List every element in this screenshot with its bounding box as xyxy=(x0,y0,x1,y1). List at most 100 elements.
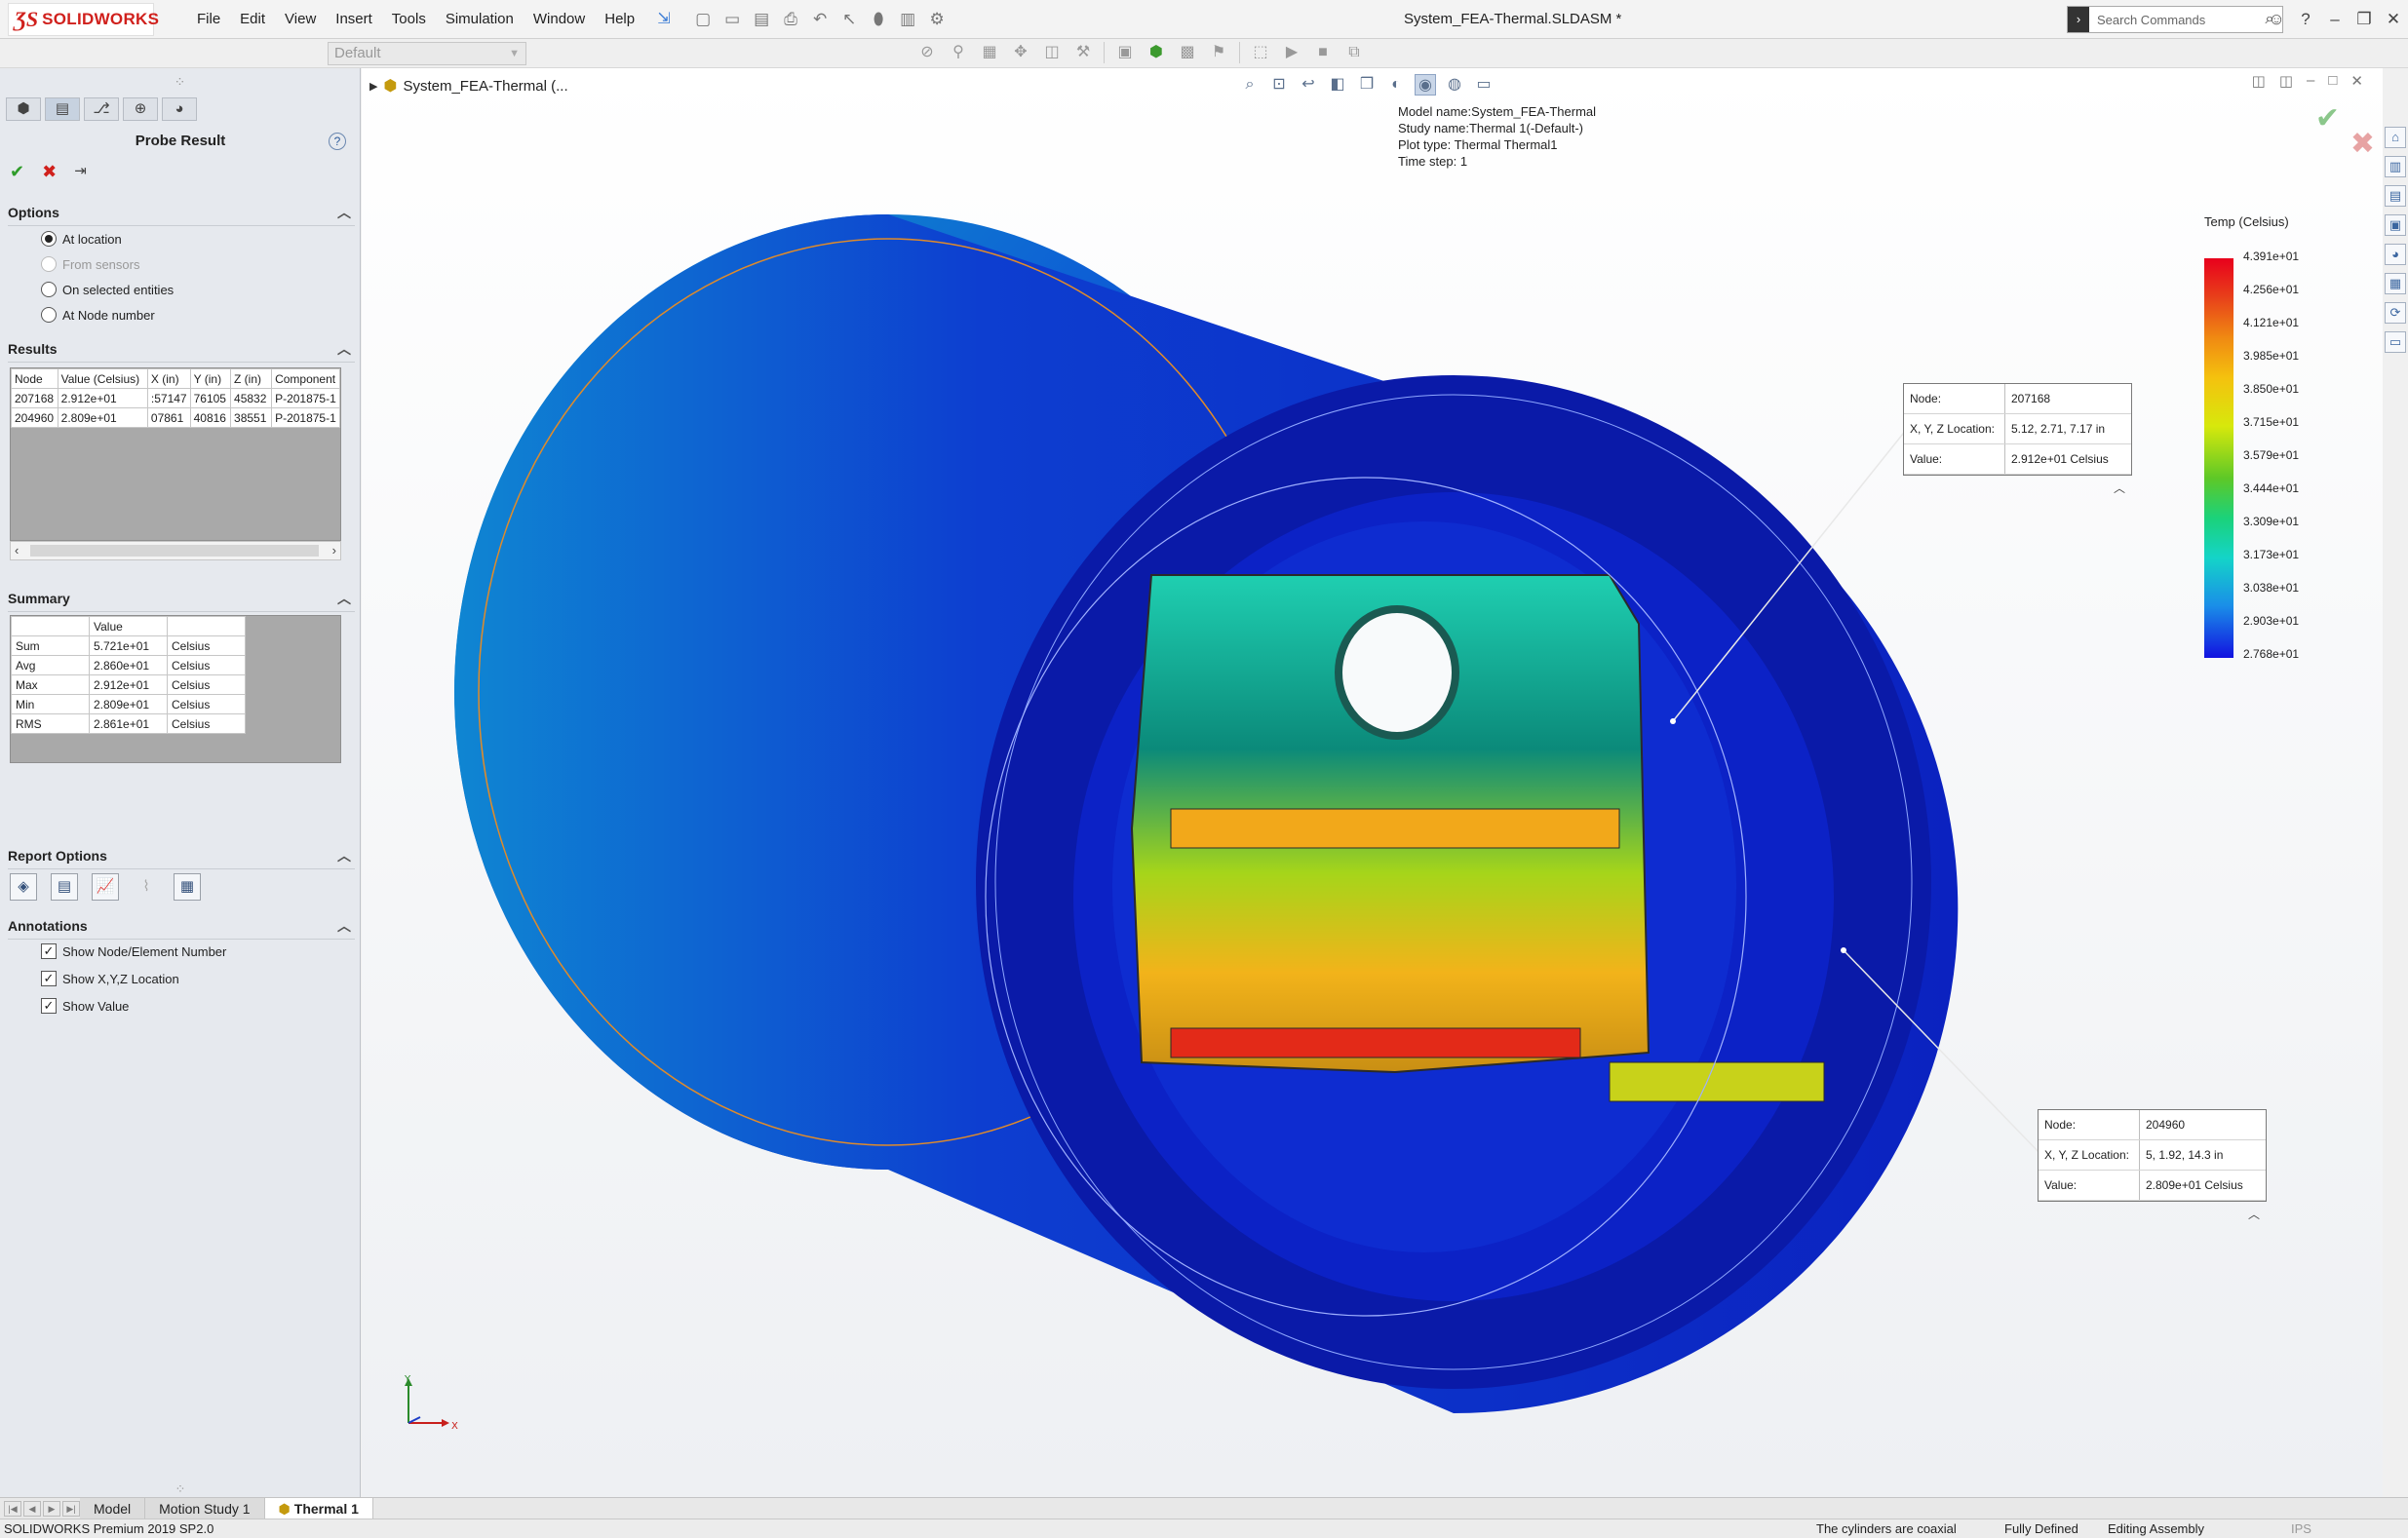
solidworks-forum-icon[interactable]: ⟳ xyxy=(2385,302,2406,324)
thermal-model-render[interactable] xyxy=(362,68,2383,1497)
summary-table[interactable]: Value Sum 5.721e+01 Celsius Avg 2.860e+01 Ce… xyxy=(10,615,341,763)
results-icon[interactable]: ▩ xyxy=(1177,42,1198,63)
option-at-node-number[interactable]: At Node number xyxy=(41,307,155,323)
help-icon[interactable]: ? xyxy=(2291,10,2320,29)
collapse-chevron-icon[interactable]: ︿ xyxy=(337,339,351,359)
solidworks-logo[interactable]: ƷS SOLIDWORKS xyxy=(8,2,159,36)
show-node-number-option[interactable]: ✓ Show Node/Element Number xyxy=(41,943,226,959)
prev-tab-icon[interactable]: ◀ xyxy=(23,1500,41,1517)
property-manager-tab-icon[interactable]: ▤ xyxy=(45,97,80,121)
assembly-features-icon[interactable]: ⚒ xyxy=(1072,42,1094,63)
column-header[interactable]: Node xyxy=(11,368,58,389)
radio-on-selected-entities[interactable] xyxy=(41,282,57,297)
scroll-right-icon[interactable]: › xyxy=(332,542,336,559)
tab-thermal-1[interactable]: ⬢ Thermal 1 xyxy=(264,1497,373,1519)
menu-edit[interactable]: Edit xyxy=(230,0,275,39)
ok-button[interactable]: ✔ xyxy=(10,162,24,182)
tab-model[interactable]: Model xyxy=(80,1497,146,1519)
tab-motion-study-1[interactable]: Motion Study 1 xyxy=(145,1497,265,1519)
collapse-chevron-icon[interactable]: ︿ xyxy=(337,916,351,936)
column-header[interactable]: X (in) xyxy=(146,368,191,389)
cancel-button[interactable]: ✖ xyxy=(42,162,57,182)
configuration-select[interactable]: Default ▼ xyxy=(328,42,526,65)
show-value-option[interactable]: ✓ Show Value xyxy=(41,998,129,1014)
first-tab-icon[interactable]: |◀ xyxy=(4,1500,21,1517)
snapshot-icon[interactable]: ⬚ xyxy=(1250,42,1271,63)
collapse-chevron-icon[interactable]: ︿ xyxy=(337,589,351,608)
show-hidden-icon[interactable]: ◫ xyxy=(1041,42,1063,63)
user-icon[interactable]: ☺ xyxy=(2262,10,2291,29)
annotations-section-header[interactable]: Annotations ︿ xyxy=(8,918,355,940)
options-gear-icon[interactable]: ⚙ xyxy=(925,8,949,31)
minimize-icon[interactable]: – xyxy=(2320,10,2350,29)
feature-manager-tab-icon[interactable]: ⬢ xyxy=(6,97,41,121)
show-value-checkbox[interactable]: ✓ xyxy=(41,998,57,1014)
dimxpert-tab-icon[interactable]: ⊕ xyxy=(123,97,158,121)
rebuild-icon[interactable]: ⬮ xyxy=(867,8,890,31)
show-xyz-location-checkbox[interactable]: ✓ xyxy=(41,971,57,986)
results-section-header[interactable]: Results ︿ xyxy=(8,341,355,363)
options-section-header[interactable]: Options ︿ xyxy=(8,205,355,226)
collapse-chevron-icon[interactable]: ︿ xyxy=(337,203,351,222)
collapse-annotation-icon[interactable]: ︿ xyxy=(2248,1206,2260,1222)
chat-icon[interactable]: ▭ xyxy=(2385,331,2406,353)
play-icon[interactable]: ▶ xyxy=(1281,42,1302,63)
column-header[interactable]: Value (Celsius) xyxy=(57,368,148,389)
menu-window[interactable]: Window xyxy=(524,0,595,39)
search-commands[interactable]: › Search Commands ⌕ xyxy=(2067,6,2283,33)
move-component-icon[interactable]: ✥ xyxy=(1010,42,1031,63)
column-header[interactable]: Component xyxy=(271,368,340,389)
table-row[interactable]: 207168 2.912e+01 :57147 76105 45832 P-20… xyxy=(11,388,340,408)
file-explorer-icon[interactable]: ▣ xyxy=(2385,214,2406,236)
scrollbar-thumb[interactable] xyxy=(30,545,319,557)
select-icon[interactable]: ↖ xyxy=(837,8,861,31)
resources-icon[interactable]: ▥ xyxy=(2385,156,2406,177)
menu-insert[interactable]: Insert xyxy=(326,0,382,39)
show-xyz-location-option[interactable]: ✓ Show X,Y,Z Location xyxy=(41,971,179,986)
panel-grip[interactable]: ⁘ xyxy=(0,68,360,96)
print-icon[interactable]: ⎙ xyxy=(779,8,802,31)
keep-visible-pin-icon[interactable]: ⇥ xyxy=(74,162,87,182)
collapse-chevron-icon[interactable]: ︿ xyxy=(337,846,351,865)
last-tab-icon[interactable]: ▶| xyxy=(62,1500,80,1517)
help-icon[interactable]: ? xyxy=(329,133,346,150)
animate-icon[interactable]: ⧉ xyxy=(1343,42,1365,63)
option-on-selected-entities[interactable]: On selected entities xyxy=(41,282,174,297)
temperature-color-bar[interactable] xyxy=(2204,258,2233,658)
design-library-icon[interactable]: ▤ xyxy=(2385,185,2406,207)
display-manager-tab-icon[interactable]: ◕ xyxy=(162,97,197,121)
table-row[interactable]: 204960 2.809e+01 07861 40816 38551 P-201… xyxy=(11,407,340,428)
smart-fastener-icon[interactable]: ⚲ xyxy=(948,42,969,63)
plot-graph-icon[interactable]: 📈 xyxy=(92,873,119,901)
probe-annotation-1[interactable]: Node: 207168 X, Y, Z Location: 5.12, 2.71,… xyxy=(1903,383,2132,495)
file-properties-icon[interactable]: ▥ xyxy=(896,8,919,31)
probe-icon[interactable]: ⚑ xyxy=(1208,42,1229,63)
home-icon[interactable]: ⌂ xyxy=(2385,127,2406,148)
menu-view[interactable]: View xyxy=(275,0,326,39)
menu-help[interactable]: Help xyxy=(595,0,644,39)
show-node-number-checkbox[interactable]: ✓ xyxy=(41,943,57,959)
simulation-study-icon[interactable]: ⬢ xyxy=(1146,42,1167,63)
graphics-area[interactable]: ▶ ⬢ System_FEA-Thermal (... ⌕ ⊡ ↩ ◧ ❒ ◐ … xyxy=(362,68,2383,1497)
summary-section-header[interactable]: Summary ︿ xyxy=(8,591,355,612)
results-table[interactable]: Node Value (Celsius) X (in) Y (in) Z (in… xyxy=(10,367,341,541)
toolbox-icon[interactable]: ▣ xyxy=(1114,42,1136,63)
pin-menu-icon[interactable]: ⇲ xyxy=(654,10,674,29)
component-pattern-icon[interactable]: ▦ xyxy=(979,42,1000,63)
maximize-icon[interactable]: ❐ xyxy=(2350,10,2379,29)
scroll-left-icon[interactable]: ‹ xyxy=(15,542,19,559)
save-as-sensor-icon[interactable]: ◈ xyxy=(10,873,37,901)
next-tab-icon[interactable]: ▶ xyxy=(43,1500,60,1517)
configuration-manager-tab-icon[interactable]: ⎇ xyxy=(84,97,119,121)
probe-point-1[interactable] xyxy=(1670,718,1676,724)
open-document-icon[interactable]: ▭ xyxy=(720,8,744,31)
menu-simulation[interactable]: Simulation xyxy=(436,0,524,39)
menu-tools[interactable]: Tools xyxy=(382,0,436,39)
menu-file[interactable]: File xyxy=(187,0,230,39)
status-units[interactable]: IPS xyxy=(2291,1519,2311,1538)
save-icon[interactable]: ▤ xyxy=(750,8,773,31)
sensor-graph-icon[interactable]: ▦ xyxy=(174,873,201,901)
custom-properties-icon[interactable]: ▦ xyxy=(2385,273,2406,294)
probe-annotation-2[interactable]: Node: 204960 X, Y, Z Location: 5, 1.92, 14… xyxy=(2038,1109,2267,1221)
column-header[interactable]: Y (in) xyxy=(189,368,232,389)
